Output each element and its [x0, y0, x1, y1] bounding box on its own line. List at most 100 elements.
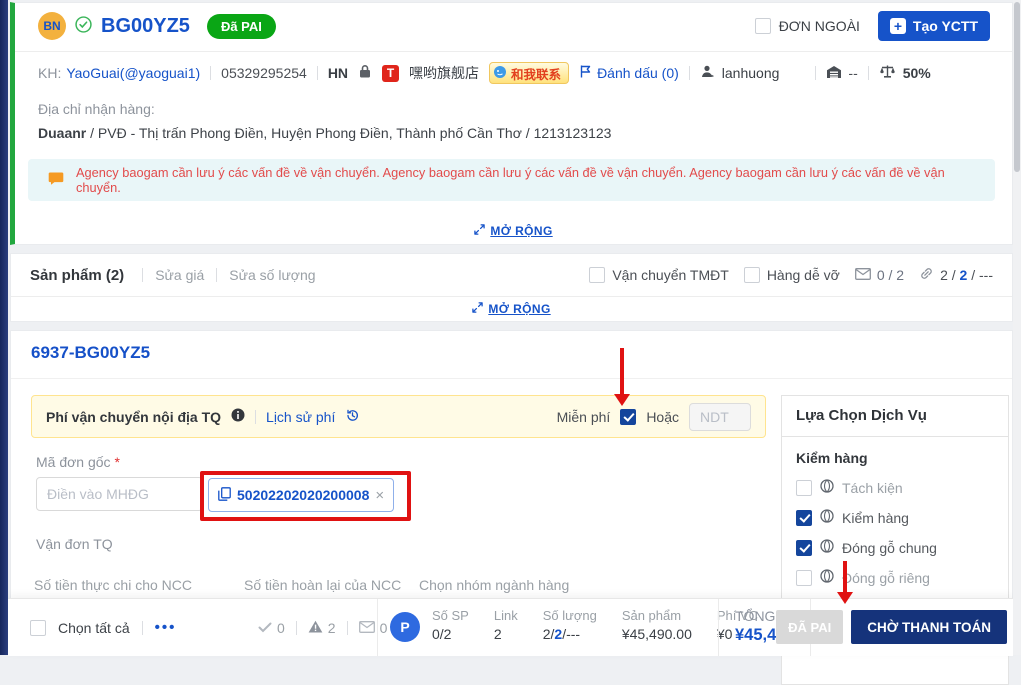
customer-phone: 05329295254 — [221, 65, 307, 81]
products-title: Sản phẩm (2) — [30, 267, 124, 284]
service-label: Đóng gỗ chung — [842, 540, 937, 556]
info-icon[interactable] — [231, 408, 245, 425]
service-label: Đóng gỗ riêng — [842, 570, 930, 586]
deposit-percent: 50% — [903, 65, 931, 81]
check-count: 0 — [277, 620, 285, 636]
globe-icon — [820, 569, 834, 586]
payment-avatar: P — [390, 612, 420, 642]
agent-name: lanhuong — [722, 65, 780, 81]
domestic-fee-bar: Phí vận chuyển nội địa TQ Lịch sử phí Mi… — [31, 395, 766, 438]
select-all-label: Chọn tất cả — [58, 620, 130, 636]
scrollbar-thumb[interactable] — [1014, 2, 1020, 172]
service-item-dong-go-rieng[interactable]: Đóng gỗ riêng — [796, 569, 994, 586]
plus-icon: + — [890, 18, 906, 34]
link-icon — [919, 266, 934, 284]
envelope-icon — [359, 620, 375, 636]
service-panel-title: Lựa Chọn Dịch Vụ — [782, 396, 1008, 437]
mail-count: 0 / 2 — [877, 267, 904, 283]
copy-icon[interactable] — [218, 487, 231, 504]
free-checkbox[interactable] — [620, 409, 636, 425]
service-checkbox[interactable] — [796, 570, 812, 586]
fragile-checkbox[interactable] — [744, 267, 760, 283]
free-label: Miễn phí — [557, 409, 611, 425]
order-header-card: BN BG00YZ5 Đã PAI ĐƠN NGOÀI + Tạo YCTT K… — [10, 2, 1013, 245]
service-checkbox[interactable] — [796, 480, 812, 496]
tag-close-icon[interactable]: × — [375, 487, 384, 504]
globe-icon — [820, 479, 834, 496]
root-code-input[interactable] — [36, 477, 203, 511]
service-item-dong-go-chung[interactable]: Đóng gỗ chung — [796, 539, 994, 556]
expand-header-link[interactable]: MỞ RỘNG — [474, 224, 552, 238]
link-count-pre: 2 / — [940, 267, 959, 283]
kh-label: KH: — [38, 65, 61, 81]
root-code-value: 50202202020200008 — [237, 487, 369, 503]
address-detail: / PVĐ - Thị trấn Phong Điền, Huyện Phong… — [90, 125, 611, 141]
divider — [11, 296, 1012, 297]
paid-button[interactable]: ĐÃ PAI — [776, 610, 843, 644]
select-all-checkbox[interactable] — [30, 620, 46, 636]
warehouse-value: -- — [848, 65, 857, 81]
external-order-label: ĐƠN NGOÀI — [779, 18, 860, 34]
service-item-tach-kien[interactable]: Tách kiện — [796, 479, 994, 496]
order-detail-title: 6937-BG00YZ5 — [31, 343, 150, 363]
service-item-kiem-hang[interactable]: Kiểm hàng — [796, 509, 994, 526]
comment-icon — [48, 171, 64, 189]
more-actions-button[interactable]: ••• — [155, 619, 177, 636]
globe-icon — [820, 509, 834, 526]
mark-link[interactable]: Đánh dấu (0) — [579, 64, 679, 82]
region-code: HN — [328, 65, 348, 81]
check-icon — [258, 620, 272, 636]
required-mark: * — [114, 454, 119, 470]
service-label: Tách kiện — [842, 480, 903, 496]
shop-name[interactable]: 嘿哟旗舰店 — [409, 63, 479, 83]
col-label-spent: Số tiền thực chi cho NCC — [34, 577, 192, 593]
fragile-label: Hàng dễ vỡ — [767, 267, 840, 283]
tmall-icon: T — [382, 65, 399, 82]
globe-icon — [820, 539, 834, 556]
agency-notice-text: Agency baogam cần lưu ý các vấn đề về vậ… — [76, 165, 975, 195]
stat-link: Link 2 — [494, 608, 518, 642]
pay-button[interactable]: CHỜ THANH TOÁN — [851, 610, 1007, 644]
or-label: Hoặc — [646, 409, 679, 425]
service-checkbox[interactable] — [796, 510, 812, 526]
customer-name-link[interactable]: YaoGuai(@yaoguai1) — [66, 65, 200, 81]
history-icon[interactable] — [345, 408, 360, 426]
order-code[interactable]: BG00YZ5 — [101, 15, 190, 38]
receiver-name: Duaanr — [38, 125, 86, 141]
fee-title: Phí vận chuyển nội địa TQ — [46, 409, 221, 425]
col-label-refund: Số tiền hoàn lại của NCC — [244, 577, 401, 593]
root-code-tag[interactable]: 50202202020200008 × — [208, 478, 394, 512]
summary-footer: Chọn tất cả ••• 0 2 0 P Số SP — [8, 598, 1013, 656]
agency-notice-banner: Agency baogam cần lưu ý các vấn đề về vậ… — [28, 159, 995, 201]
stat-so-sp: Số SP 0/2 — [432, 608, 469, 642]
edit-qty-link[interactable]: Sửa số lượng — [229, 267, 315, 283]
divider — [11, 378, 1012, 379]
customer-row: KH: YaoGuai(@yaoguai1) 05329295254 HN T … — [38, 60, 931, 86]
address-label: Địa chỉ nhận hàng: — [38, 101, 155, 117]
person-icon — [700, 64, 716, 82]
expand-icon — [472, 302, 483, 316]
stat-san-pham: Sản phẩm ¥45,490.00 — [622, 608, 692, 642]
waybill-label: Vận đơn TQ — [36, 536, 113, 552]
edit-price-link[interactable]: Sửa giá — [155, 267, 204, 283]
fee-history-link[interactable]: Lịch sử phí — [266, 409, 335, 425]
left-edge-strip — [0, 0, 8, 655]
wangwang-contact-badge[interactable]: 和我联系 — [489, 62, 569, 84]
service-checkbox[interactable] — [796, 540, 812, 556]
external-order-checkbox[interactable] — [755, 18, 771, 34]
expand-icon — [474, 224, 485, 238]
link-count-post: / --- — [967, 267, 993, 283]
stat-so-luong: Số lượng 2/2/--- — [543, 608, 597, 642]
expand-products-link[interactable]: MỞ RỘNG — [472, 302, 550, 316]
create-ycct-button[interactable]: + Tạo YCTT — [878, 11, 990, 41]
scale-icon — [879, 64, 896, 82]
lock-icon — [358, 64, 372, 82]
currency-amount-input[interactable] — [689, 403, 751, 431]
chat-bubble-icon — [493, 65, 507, 82]
verified-check-icon — [75, 16, 92, 36]
tmdt-checkbox[interactable] — [589, 267, 605, 283]
footer-mail-count: 0 — [380, 620, 388, 636]
divider — [15, 51, 1012, 52]
scrollbar-track — [1013, 0, 1021, 655]
status-badge: Đã PAI — [207, 14, 276, 39]
